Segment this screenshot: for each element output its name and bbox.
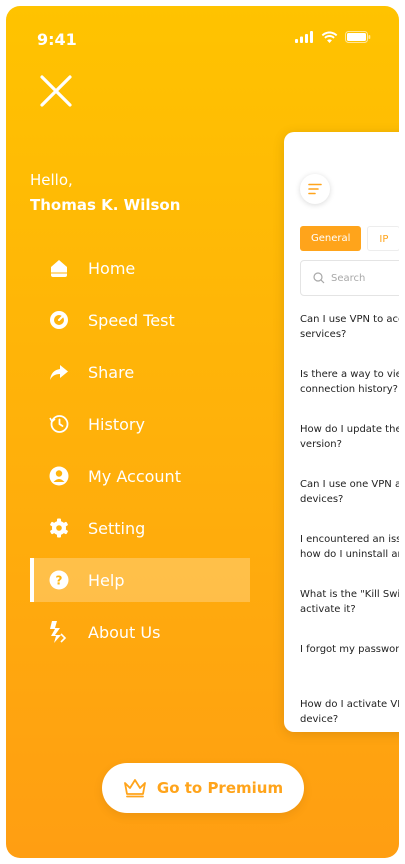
user-icon: [48, 465, 70, 487]
menu-item-share[interactable]: Share: [30, 350, 250, 394]
menu-label-share: Share: [88, 362, 135, 382]
faq-list: Can I use VPN to acc services?Is there a…: [300, 312, 399, 732]
preview-menu-button[interactable]: [300, 174, 330, 204]
menu-item-help[interactable]: ? Help: [30, 558, 250, 602]
help-screen-preview[interactable]: General IP Search Can I use VPN to acc s…: [284, 132, 399, 732]
question-icon: ?: [48, 569, 70, 591]
svg-text:?: ?: [56, 574, 63, 588]
faq-item[interactable]: I encountered an iss how do I uninstall …: [300, 532, 399, 587]
search-placeholder: Search: [331, 272, 366, 284]
status-time: 9:41: [37, 30, 77, 49]
search-icon: [313, 272, 325, 284]
wifi-icon: [321, 31, 338, 43]
crown-icon: [124, 779, 146, 798]
battery-icon: [345, 31, 371, 43]
side-menu: Home Speed Test Share History My Account: [30, 246, 250, 662]
menu-label-history: History: [88, 414, 145, 434]
tab-general[interactable]: General: [300, 226, 362, 251]
brand-logo-icon: [48, 621, 70, 643]
home-icon: [48, 257, 70, 279]
menu-item-home[interactable]: Home: [30, 246, 250, 290]
greeting: Hello, Thomas K. Wilson: [30, 170, 180, 216]
menu-item-setting[interactable]: Setting: [30, 506, 250, 550]
user-name: Thomas K. Wilson: [30, 196, 181, 214]
faq-item[interactable]: Can I use VPN to acc services?: [300, 312, 399, 367]
menu-item-history[interactable]: History: [30, 402, 250, 446]
menu-label-setting: Setting: [88, 518, 146, 538]
go-to-premium-button[interactable]: Go to Premium: [102, 763, 304, 813]
status-icons: [295, 31, 371, 43]
close-button[interactable]: [37, 72, 75, 110]
tab-ip[interactable]: IP: [367, 226, 399, 251]
faq-item[interactable]: I forgot my passwor: [300, 642, 399, 697]
premium-label: Go to Premium: [156, 779, 284, 797]
gear-icon: [48, 517, 70, 539]
share-arrow-icon: [48, 361, 70, 383]
history-clock-icon: [48, 413, 70, 435]
signal-icon: [295, 31, 313, 43]
faq-item[interactable]: How do I update the version?: [300, 422, 399, 477]
menu-item-speed-test[interactable]: Speed Test: [30, 298, 250, 342]
hamburger-icon: [308, 183, 322, 195]
menu-label-about-us: About Us: [88, 622, 161, 642]
faq-item[interactable]: What is the "Kill Swit activate it?: [300, 587, 399, 642]
preview-tabs: General IP: [300, 226, 399, 251]
menu-item-about-us[interactable]: About Us: [30, 610, 250, 654]
menu-item-my-account[interactable]: My Account: [30, 454, 250, 498]
close-icon: [40, 75, 72, 107]
menu-label-my-account: My Account: [88, 466, 181, 486]
faq-item[interactable]: How do I activate VP device?: [300, 697, 399, 732]
faq-item[interactable]: Can I use one VPN a devices?: [300, 477, 399, 532]
greeting-hello: Hello,: [30, 171, 73, 189]
menu-label-help: Help: [88, 570, 125, 590]
menu-label-home: Home: [88, 258, 136, 278]
faq-item[interactable]: Is there a way to vie connection history…: [300, 367, 399, 422]
menu-label-speed-test: Speed Test: [88, 310, 175, 330]
app-screen: 9:41 Hello, Thomas K. Wilson Home Speed …: [6, 6, 399, 858]
speedometer-icon: [48, 309, 70, 331]
preview-search-input[interactable]: Search: [300, 260, 399, 296]
